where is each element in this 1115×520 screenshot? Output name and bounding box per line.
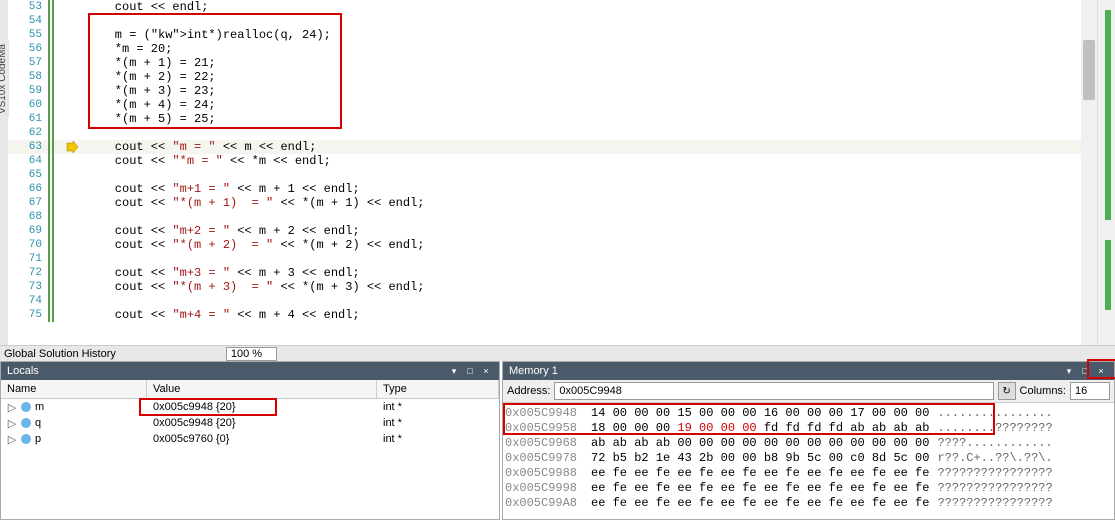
col-value[interactable]: Value bbox=[147, 380, 377, 398]
current-line-arrow-icon bbox=[66, 141, 78, 153]
zoom-dropdown[interactable]: 100 % bbox=[226, 347, 277, 361]
code-line[interactable]: 70 cout << "*(m + 2) = " << *(m + 2) << … bbox=[8, 238, 1115, 252]
variable-icon bbox=[21, 434, 31, 444]
address-label: Address: bbox=[507, 385, 550, 397]
expand-icon[interactable]: ▷ bbox=[7, 433, 17, 446]
code-line[interactable]: 69 cout << "m+2 = " << m + 2 << endl; bbox=[8, 224, 1115, 238]
memory-rows[interactable]: 0x005C9948 14 00 00 00 15 00 00 00 16 00… bbox=[503, 403, 1114, 519]
memory-row[interactable]: 0x005C9958 18 00 00 00 19 00 00 00 fd fd… bbox=[505, 420, 1112, 435]
refresh-icon[interactable]: ↻ bbox=[998, 382, 1016, 400]
locals-rows: ▷m0x005c9948 {20}int *▷q0x005c9948 {20}i… bbox=[1, 399, 499, 519]
code-line[interactable]: 65 bbox=[8, 168, 1115, 182]
code-line[interactable]: 53 cout << endl; bbox=[8, 0, 1115, 14]
code-line[interactable]: 55 m = ("kw">int*)realloc(q, 24); bbox=[8, 28, 1115, 42]
locals-row[interactable]: ▷m0x005c9948 {20}int * bbox=[1, 399, 499, 415]
code-line[interactable]: 68 bbox=[8, 210, 1115, 224]
code-line[interactable]: 64 cout << "*m = " << *m << endl; bbox=[8, 154, 1115, 168]
editor-overview-ruler bbox=[1097, 0, 1115, 345]
locals-columns: Name Value Type bbox=[1, 380, 499, 399]
code-line[interactable]: 75 cout << "m+4 = " << m + 4 << endl; bbox=[8, 308, 1115, 322]
expand-icon[interactable]: ▷ bbox=[7, 401, 17, 414]
address-input[interactable] bbox=[554, 382, 993, 400]
memory-row[interactable]: 0x005C9948 14 00 00 00 15 00 00 00 16 00… bbox=[505, 405, 1112, 420]
close-icon[interactable]: × bbox=[1094, 364, 1108, 378]
side-tab[interactable]: VS10x CodeMa bbox=[0, 40, 9, 118]
code-line[interactable]: 62 bbox=[8, 126, 1115, 140]
code-line[interactable]: 56 *m = 20; bbox=[8, 42, 1115, 56]
memory-panel: Memory 1 ▾ □ × Address: ↻ Columns: 0x005… bbox=[502, 361, 1115, 520]
locals-row[interactable]: ▷q0x005c9948 {20}int * bbox=[1, 415, 499, 431]
code-line[interactable]: 59 *(m + 3) = 23; bbox=[8, 84, 1115, 98]
memory-row[interactable]: 0x005C99A8 ee fe ee fe ee fe ee fe ee fe… bbox=[505, 495, 1112, 510]
expand-icon[interactable]: ▷ bbox=[7, 417, 17, 430]
columns-input[interactable] bbox=[1070, 382, 1110, 400]
editor-scrollbar[interactable] bbox=[1081, 0, 1097, 345]
memory-row[interactable]: 0x005C9998 ee fe ee fe ee fe ee fe ee fe… bbox=[505, 480, 1112, 495]
memory-toolbar: Address: ↻ Columns: bbox=[503, 380, 1114, 403]
close-icon[interactable]: × bbox=[479, 364, 493, 378]
code-line[interactable]: 72 cout << "m+3 = " << m + 3 << endl; bbox=[8, 266, 1115, 280]
status-text: Global Solution History bbox=[4, 348, 116, 360]
status-bar: Global Solution History 100 % bbox=[0, 345, 1115, 361]
col-name[interactable]: Name bbox=[1, 380, 147, 398]
memory-title-bar[interactable]: Memory 1 ▾ □ × bbox=[503, 362, 1114, 380]
maximize-icon[interactable]: □ bbox=[463, 364, 477, 378]
locals-title-bar[interactable]: Locals ▾ □ × bbox=[1, 362, 499, 380]
locals-title: Locals bbox=[7, 365, 39, 377]
memory-row[interactable]: 0x005C9968 ab ab ab ab 00 00 00 00 00 00… bbox=[505, 435, 1112, 450]
locals-panel: Locals ▾ □ × Name Value Type ▷m0x005c994… bbox=[0, 361, 500, 520]
memory-row[interactable]: 0x005C9988 ee fe ee fe ee fe ee fe ee fe… bbox=[505, 465, 1112, 480]
locals-row[interactable]: ▷p0x005c9760 {0}int * bbox=[1, 431, 499, 447]
memory-row[interactable]: 0x005C9978 72 b5 b2 1e 43 2b 00 00 b8 9b… bbox=[505, 450, 1112, 465]
columns-label: Columns: bbox=[1020, 385, 1066, 397]
code-line[interactable]: 73 cout << "*(m + 3) = " << *(m + 3) << … bbox=[8, 280, 1115, 294]
variable-icon bbox=[21, 402, 31, 412]
code-line[interactable]: 61 *(m + 5) = 25; bbox=[8, 112, 1115, 126]
code-line[interactable]: 66 cout << "m+1 = " << m + 1 << endl; bbox=[8, 182, 1115, 196]
col-type[interactable]: Type bbox=[377, 380, 499, 398]
dropdown-icon[interactable]: ▾ bbox=[1062, 364, 1076, 378]
maximize-icon[interactable]: □ bbox=[1078, 364, 1092, 378]
variable-icon bbox=[21, 418, 31, 428]
code-line[interactable]: 57 *(m + 1) = 21; bbox=[8, 56, 1115, 70]
memory-title: Memory 1 bbox=[509, 365, 558, 377]
code-lines: 53 cout << endl;5455 m = ("kw">int*)real… bbox=[8, 0, 1115, 322]
code-line[interactable]: 71 bbox=[8, 252, 1115, 266]
code-line[interactable]: 60 *(m + 4) = 24; bbox=[8, 98, 1115, 112]
code-line[interactable]: 67 cout << "*(m + 1) = " << *(m + 1) << … bbox=[8, 196, 1115, 210]
dropdown-icon[interactable]: ▾ bbox=[447, 364, 461, 378]
code-editor[interactable]: 53 cout << endl;5455 m = ("kw">int*)real… bbox=[0, 0, 1115, 345]
code-line[interactable]: 63 cout << "m = " << m << endl; bbox=[8, 140, 1115, 154]
code-line[interactable]: 54 bbox=[8, 14, 1115, 28]
code-line[interactable]: 58 *(m + 2) = 22; bbox=[8, 70, 1115, 84]
code-line[interactable]: 74 bbox=[8, 294, 1115, 308]
